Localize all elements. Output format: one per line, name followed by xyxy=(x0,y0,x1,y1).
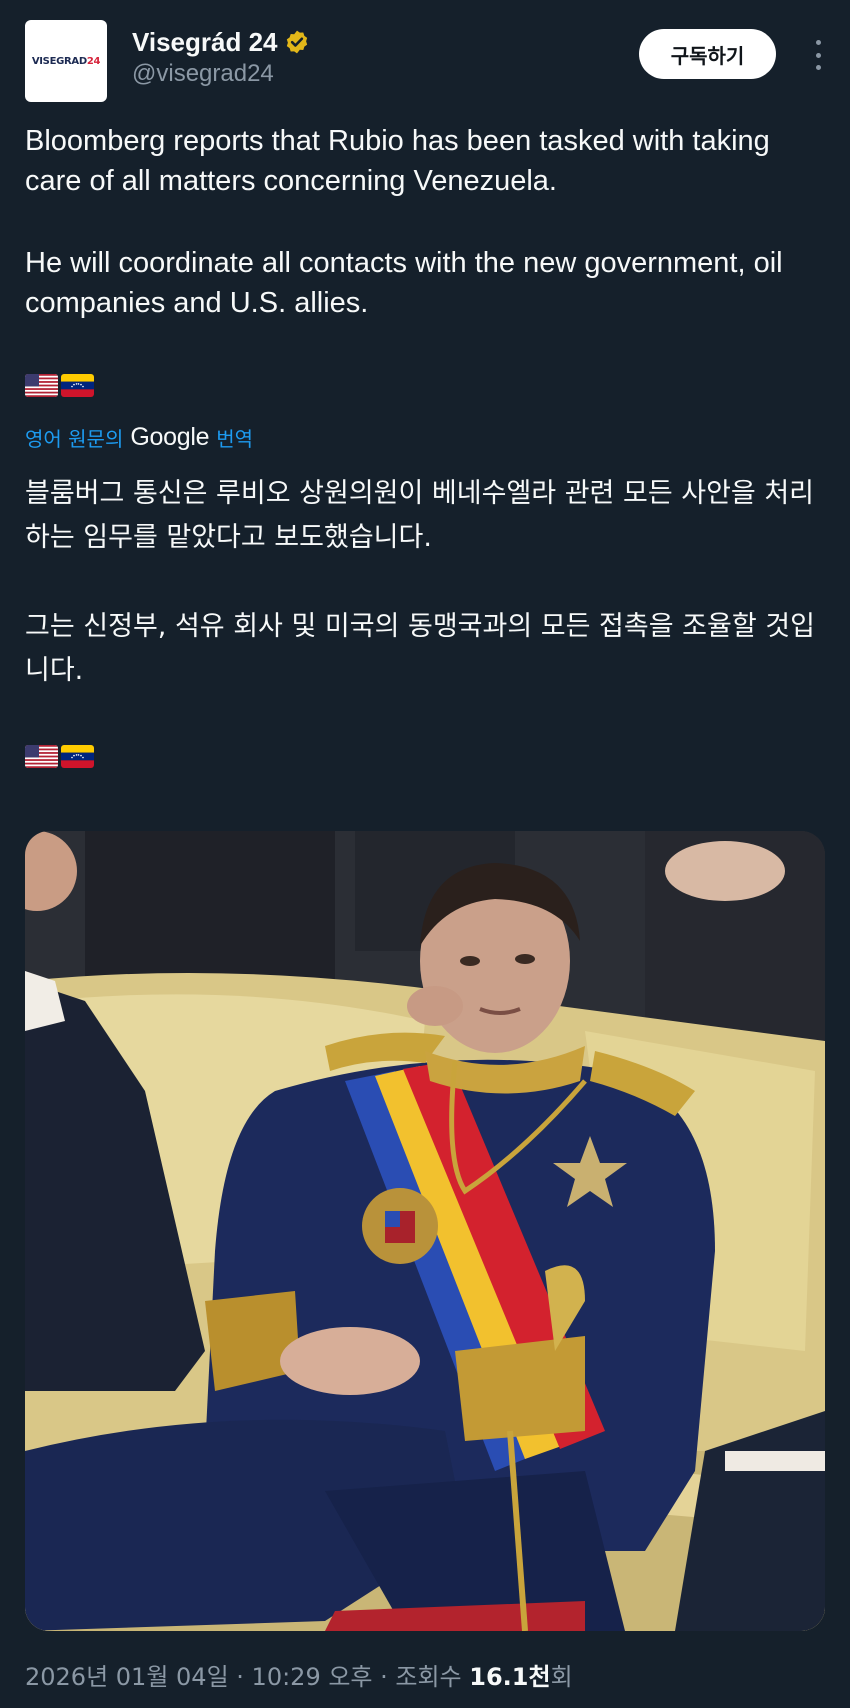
flag-emojis xyxy=(25,374,94,397)
photo-illustration xyxy=(25,831,825,1631)
venezuela-flag-icon xyxy=(61,745,94,768)
translation-prefix: 영어 원문의 xyxy=(25,427,124,451)
subscribe-button[interactable]: 구독하기 xyxy=(639,29,776,79)
display-name-row: Visegrád 24 xyxy=(132,26,310,58)
translation-suffix: 번역 xyxy=(216,427,253,451)
tweet-header: VISEGRAD24 Visegrád 24 @visegrad24 구독하기 xyxy=(25,20,825,104)
avatar-logo: VISEGRAD24 xyxy=(31,55,101,67)
post-time[interactable]: 10:29 오후 xyxy=(252,1663,373,1691)
views-count: 16.1천 xyxy=(469,1663,551,1691)
venezuela-flag-icon xyxy=(61,374,94,397)
views-suffix: 회 xyxy=(550,1663,573,1691)
more-options-icon[interactable] xyxy=(806,40,830,70)
tweet-text-paragraph-1: Bloomberg reports that Rubio has been ta… xyxy=(25,125,770,197)
separator: · xyxy=(228,1663,252,1691)
translated-paragraph-1: 블룸버그 통신은 루비오 상원의원이 베네수엘라 관련 모든 사안을 처리하는 … xyxy=(25,478,815,553)
separator: · xyxy=(372,1663,396,1691)
translation-label[interactable]: 영어 원문의 Google 번역 xyxy=(25,423,253,452)
display-name[interactable]: Visegrád 24 xyxy=(132,27,278,58)
tweet-text-paragraph-2: He will coordinate all contacts with the… xyxy=(25,247,783,319)
tweet-photo[interactable] xyxy=(25,831,825,1631)
avatar[interactable]: VISEGRAD24 xyxy=(25,20,107,102)
author-handle[interactable]: @visegrad24 xyxy=(132,60,310,88)
translated-paragraph-2: 그는 신정부, 석유 회사 및 미국의 동맹국과의 모든 접촉을 조율할 것입니… xyxy=(25,611,815,686)
post-date[interactable]: 2026년 01월 04일 xyxy=(25,1663,229,1691)
google-logo-text: Google xyxy=(130,423,210,451)
tweet-timestamp: 2026년 01월 04일 · 10:29 오후 · 조회수 16.1천회 xyxy=(25,1657,573,1692)
author-info: Visegrád 24 @visegrad24 xyxy=(132,26,310,88)
translated-flag-emojis xyxy=(25,745,94,768)
views-label: 조회수 xyxy=(395,1663,470,1691)
us-flag-icon xyxy=(25,745,58,768)
verified-badge-icon[interactable] xyxy=(284,29,310,55)
us-flag-icon xyxy=(25,374,58,397)
